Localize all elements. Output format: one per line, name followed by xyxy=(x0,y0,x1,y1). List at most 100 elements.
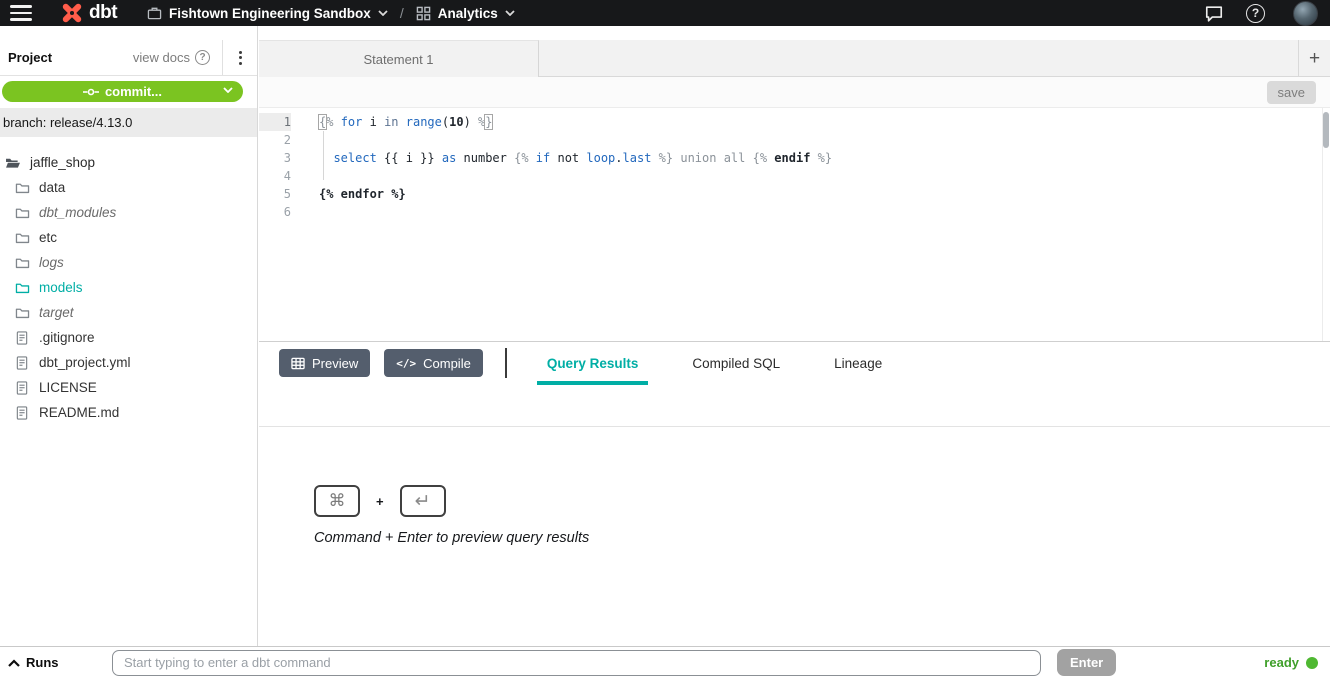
results-toolbar: Preview </> Compile Query Results Compile… xyxy=(259,341,1330,384)
dbt-logo[interactable]: dbt xyxy=(60,2,117,24)
preview-button[interactable]: Preview xyxy=(279,349,370,377)
folder-icon xyxy=(14,180,30,196)
tab-label: Statement 1 xyxy=(363,52,433,67)
chevron-up-icon xyxy=(8,659,20,667)
folder-open-icon xyxy=(5,155,21,171)
status-label: ready xyxy=(1264,655,1299,670)
dbt-command-input[interactable] xyxy=(112,650,1041,676)
tree-item-label: etc xyxy=(39,230,57,245)
help-icon[interactable]: ? xyxy=(1246,4,1265,23)
return-key-icon: ↵ xyxy=(400,485,446,517)
code-line[interactable]: select {{ i }} as number {% if not loop.… xyxy=(319,149,1330,167)
tree-item--gitignore[interactable]: .gitignore xyxy=(0,325,257,350)
user-avatar[interactable] xyxy=(1293,1,1318,26)
results-content: ⌘ + ↵ Command + Enter to preview query r… xyxy=(259,427,1330,546)
kebab-menu-icon[interactable] xyxy=(223,47,257,69)
enter-button[interactable]: Enter xyxy=(1057,649,1116,676)
tab-compiled-sql[interactable]: Compiled SQL xyxy=(682,342,790,384)
project-selector[interactable]: Fishtown Engineering Sandbox xyxy=(147,6,388,21)
code-line[interactable]: {% for i in range(10) %} xyxy=(319,113,1330,131)
plus-icon: + xyxy=(1309,48,1320,70)
tree-item-etc[interactable]: etc xyxy=(0,225,257,250)
line-number: 4 xyxy=(259,167,291,185)
code-line[interactable] xyxy=(319,203,1330,221)
line-number: 3 xyxy=(259,149,291,167)
tree-item-dbt-project-yml[interactable]: dbt_project.yml xyxy=(0,350,257,375)
command-status-bar: Runs Enter ready xyxy=(0,646,1330,678)
dbt-logo-icon xyxy=(60,2,84,24)
tree-item-data[interactable]: data xyxy=(0,175,257,200)
new-tab-button[interactable]: + xyxy=(1298,40,1330,77)
code-editor[interactable]: 123456 {% for i in range(10) %} select {… xyxy=(259,108,1330,341)
folder-icon xyxy=(14,280,30,296)
tree-item-models[interactable]: models xyxy=(0,275,257,300)
tree-item-target[interactable]: target xyxy=(0,300,257,325)
tree-item-label: LICENSE xyxy=(39,380,97,395)
chevron-down-icon xyxy=(505,10,515,16)
status-dot-icon xyxy=(1306,657,1318,669)
tree-item-label: models xyxy=(39,280,83,295)
tab-lineage[interactable]: Lineage xyxy=(824,342,892,384)
tree-item-label: target xyxy=(39,305,74,320)
git-commit-icon xyxy=(83,87,99,97)
command-key-icon: ⌘ xyxy=(314,485,360,517)
folder-icon xyxy=(14,230,30,246)
project-name: Fishtown Engineering Sandbox xyxy=(169,6,371,21)
code-icon: </> xyxy=(396,357,416,370)
breadcrumb-separator: / xyxy=(400,5,404,21)
briefcase-icon xyxy=(147,6,162,20)
tree-item-dbt-modules[interactable]: dbt_modules xyxy=(0,200,257,225)
tree-item-label: dbt_modules xyxy=(39,205,116,220)
line-number: 2 xyxy=(259,131,291,149)
view-docs-label: view docs xyxy=(133,50,190,65)
commit-label: commit... xyxy=(105,84,162,99)
results-subheader xyxy=(259,384,1330,427)
folder-icon xyxy=(14,305,30,321)
line-number: 6 xyxy=(259,203,291,221)
editor-area: Statement 1 + save 123456 {% for i in ra… xyxy=(259,26,1330,646)
file-tree: jaffle_shopdata dbt_modulesetc logs models t… xyxy=(0,150,257,646)
tree-item-readme-md[interactable]: README.md xyxy=(0,400,257,425)
line-number-gutter: 123456 xyxy=(259,108,299,341)
results-tabs: Query Results Compiled SQL Lineage xyxy=(537,342,892,384)
code-line[interactable] xyxy=(319,131,1330,149)
tree-item-label: README.md xyxy=(39,405,119,420)
file-icon xyxy=(14,355,30,371)
tree-item-jaffle-shop[interactable]: jaffle_shop xyxy=(0,150,257,175)
scrollbar-thumb[interactable] xyxy=(1323,112,1329,148)
code-line[interactable] xyxy=(319,167,1330,185)
tree-item-label: data xyxy=(39,180,65,195)
runs-toggle[interactable]: Runs xyxy=(0,655,112,670)
status-indicator: ready xyxy=(1264,655,1318,670)
branch-indicator: branch: release/4.13.0 xyxy=(0,108,257,137)
tree-item-label: .gitignore xyxy=(39,330,95,345)
file-icon xyxy=(14,330,30,346)
tab-statement-1[interactable]: Statement 1 xyxy=(259,40,539,77)
preview-label: Preview xyxy=(312,356,358,371)
compile-button[interactable]: </> Compile xyxy=(384,349,483,377)
commit-button[interactable]: commit... xyxy=(2,81,243,102)
editor-scrollbar[interactable] xyxy=(1322,108,1330,341)
view-docs-link[interactable]: view docs ? xyxy=(133,50,210,65)
plus-separator: + xyxy=(376,494,384,509)
line-number: 1 xyxy=(259,113,291,131)
preview-hint-text: Command + Enter to preview query results xyxy=(314,530,1330,546)
chevron-down-icon xyxy=(223,87,233,93)
editor-toolbar: save xyxy=(259,77,1330,108)
tree-item-logs[interactable]: logs xyxy=(0,250,257,275)
save-button[interactable]: save xyxy=(1267,81,1316,104)
file-explorer-sidebar: Project view docs ? commit... branch: re… xyxy=(0,26,258,646)
chat-icon[interactable] xyxy=(1204,4,1224,23)
code-pane[interactable]: {% for i in range(10) %} select {{ i }} … xyxy=(299,108,1330,341)
folder-icon xyxy=(14,255,30,271)
sidebar-title: Project xyxy=(8,50,52,65)
tree-item-license[interactable]: LICENSE xyxy=(0,375,257,400)
hamburger-menu-icon[interactable] xyxy=(10,5,32,21)
code-line[interactable]: {% endfor %} xyxy=(319,185,1330,203)
tab-query-results[interactable]: Query Results xyxy=(537,342,649,384)
chevron-down-icon xyxy=(378,10,388,16)
environment-selector[interactable]: Analytics xyxy=(416,6,515,21)
toolbar-divider xyxy=(505,348,507,378)
help-circle-icon: ? xyxy=(195,50,210,65)
compile-label: Compile xyxy=(423,356,471,371)
